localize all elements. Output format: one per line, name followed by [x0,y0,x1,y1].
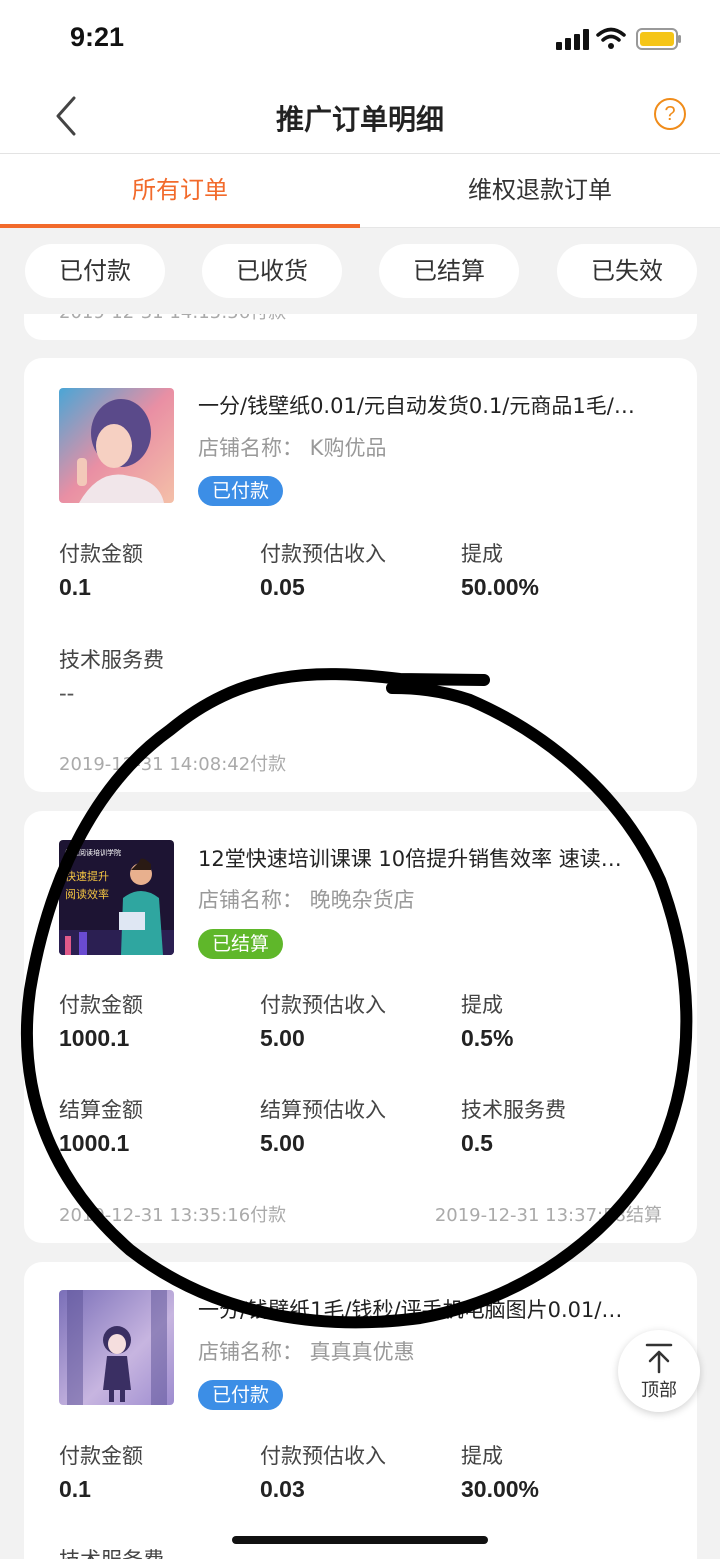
battery-icon [636,28,681,50]
status-time: 9:21 [70,22,125,52]
paid-amount-label: 付款金额 [59,542,143,566]
back-to-top-label: 顶部 [641,1380,677,1401]
commission-label: 提成 [461,993,503,1017]
page-title: 推广订单明细 [275,103,444,136]
commission-value: 30.00% [461,1476,540,1502]
settled-income-value: 5.00 [260,1130,305,1156]
commission-label: 提成 [461,1444,503,1468]
service-fee-value: 0.5 [461,1130,493,1156]
estimated-income-label: 付款预估收入 [260,542,386,566]
tab-all-orders[interactable]: 所有订单 [0,154,360,228]
settled-amount-label: 结算金额 [59,1098,143,1122]
paid-time: 2019-12-31 14:08:42付款 [59,754,287,775]
cellular-signal-icon [556,28,592,50]
commission-value: 50.00% [461,574,540,600]
help-icon[interactable]: ? [654,98,686,130]
settled-amount-value: 1000.1 [59,1130,130,1156]
status-badge: 已付款 [198,476,284,506]
status-badge: 已结算 [198,929,284,959]
product-thumbnail [59,1290,174,1405]
status-badge: 已付款 [198,1380,284,1410]
shop-name: 店铺名称： 晚晚杂货店 [198,888,415,912]
filter-paid[interactable]: 已付款 [25,244,165,298]
arrow-up-icon [645,1343,673,1374]
filter-received[interactable]: 已收货 [202,244,342,298]
estimated-income-label: 付款预估收入 [260,1444,386,1468]
navigation-bar: 推广订单明细 ? [0,78,720,154]
thumb-text-1: 快速阅读培训学院 [65,848,121,857]
estimated-income-value: 5.00 [260,1025,305,1051]
product-title: 一分/钱壁纸0.01/元自动发货0.1/元商品1毛/… [198,394,635,418]
paid-amount-value: 0.1 [59,574,91,600]
paid-amount-label: 付款金额 [59,993,143,1017]
shop-name: 店铺名称： 真真真优惠 [198,1340,415,1364]
estimated-income-value: 0.03 [260,1476,305,1502]
filter-settled[interactable]: 已结算 [379,244,519,298]
order-tabs: 所有订单 维权退款订单 [0,154,720,228]
thumb-text-3: 阅读效率 [65,887,109,901]
service-fee-label: 技术服务费 [461,1098,566,1122]
product-title: 一分/钱壁纸1毛/钱秒/评手机电脑图片0.01/… [198,1298,623,1322]
home-indicator [232,1536,488,1544]
service-fee-value: -- [59,680,75,706]
paid-time: 2019-12-31 13:35:16付款 [59,1205,287,1226]
status-filters: 已付款 已收货 已结算 已失效 [0,228,720,314]
product-thumbnail: 快速阅读培训学院 快速提升 阅读效率 [59,840,174,955]
service-fee-label: 技术服务费 [59,648,164,672]
paid-amount-label: 付款金额 [59,1444,143,1468]
service-fee-label: 技术服务费 [59,1544,164,1559]
order-card[interactable]: 一分/钱壁纸0.01/元自动发货0.1/元商品1毛/… 店铺名称： K购优品 已… [24,358,697,792]
estimated-income-value: 0.05 [260,574,305,600]
status-bar: 9:21 [0,0,720,78]
wifi-icon [596,27,626,49]
shop-name: 店铺名称： K购优品 [198,436,387,460]
commission-value: 0.5% [461,1025,514,1051]
product-title: 12堂快速培训课课 10倍提升销售效率 速读… [198,847,622,871]
estimated-income-label: 付款预估收入 [260,993,386,1017]
commission-label: 提成 [461,542,503,566]
back-to-top-button[interactable]: 顶部 [618,1330,700,1412]
settled-income-label: 结算预估收入 [260,1098,386,1122]
tab-refund-orders[interactable]: 维权退款订单 [360,154,720,228]
order-card[interactable]: 快速阅读培训学院 快速提升 阅读效率 12堂快速培训课课 10倍提升销售效率 速… [24,811,697,1243]
product-thumbnail [59,388,174,503]
settled-time: 2019-12-31 13:37:58结算 [434,1205,662,1226]
paid-amount-value: 0.1 [59,1476,91,1502]
filter-invalid[interactable]: 已失效 [557,244,697,298]
thumb-text-2: 快速提升 [65,870,109,883]
paid-amount-value: 1000.1 [59,1025,130,1051]
order-card[interactable]: 一分/钱壁纸1毛/钱秒/评手机电脑图片0.01/… 店铺名称： 真真真优惠 已付… [24,1262,697,1559]
